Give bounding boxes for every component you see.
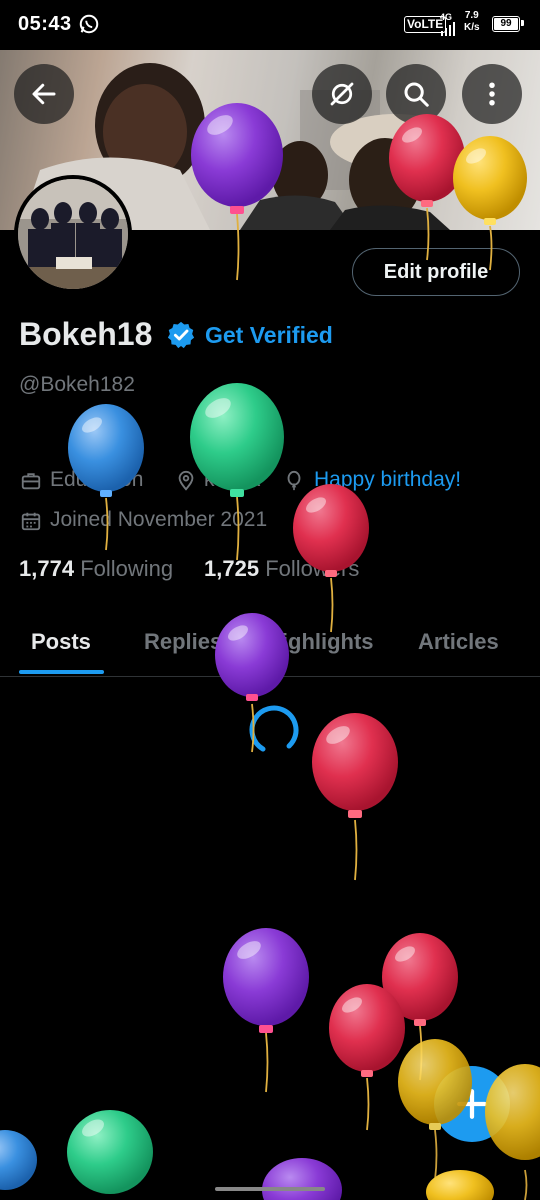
search-icon [404,82,429,107]
tab-replies[interactable]: Replies [144,629,222,655]
home-indicator[interactable] [215,1187,325,1191]
status-bar: 05:43 VoLTE 4G 7.9 K/s 99 [0,0,540,50]
balloon-blue [0,1130,37,1190]
avatar-photo [18,179,128,289]
arrow-left-icon [32,83,56,105]
battery-icon: 99 [492,16,524,32]
balloon-purple [223,928,309,1093]
speed-unit: K/s [464,22,480,33]
more-button[interactable] [462,64,522,124]
no-sync-icon [330,82,354,106]
followers-link[interactable]: 1,725 Followers [204,556,359,582]
network-type: 4G [440,12,453,22]
balloon-red [382,933,458,1081]
joined-date: Joined November 2021 [50,508,268,531]
signal-icon [441,22,455,36]
following-link[interactable]: 1,774 Following [19,556,173,582]
verified-badge-icon [167,321,195,349]
search-button[interactable] [386,64,446,124]
user-handle: @Bokeh182 [19,373,135,396]
calendar-icon [21,512,41,531]
profile-tabs: Posts Replies Highlights Articles [0,610,540,677]
more-vertical-icon [489,82,495,106]
active-tab-indicator [19,670,104,674]
status-time: 05:43 [18,13,72,35]
display-name: Bokeh18 [19,316,153,352]
location-pin-icon [178,470,194,491]
tab-posts[interactable]: Posts [31,629,91,655]
following-count: 1,774 [19,556,75,581]
compose-button[interactable] [434,1066,510,1142]
tab-articles[interactable]: Articles [418,629,499,655]
balloon-red [329,984,405,1131]
balloon-green [67,1110,153,1194]
plus-icon [457,1089,487,1119]
profile-category: Education [50,468,144,491]
sync-off-button[interactable] [312,64,372,124]
battery-level: 99 [494,18,518,30]
birthday-link[interactable]: Happy birthday! [314,468,461,492]
following-label: Following [80,556,174,581]
loading-spinner-icon [249,705,299,755]
briefcase-icon [21,473,41,490]
balloon-purple [262,1158,342,1200]
balloon-yellow [426,1170,494,1200]
get-verified-link[interactable]: Get Verified [205,322,333,349]
balloon-red [312,713,398,881]
whatsapp-icon [79,14,99,34]
edit-profile-button[interactable]: Edit profile [352,248,520,296]
network-speed: 7.9 K/s [464,10,480,34]
profile-location: kenya [204,468,261,491]
tab-highlights[interactable]: Highlights [266,629,374,655]
followers-label: Followers [265,556,360,581]
back-button[interactable] [14,64,74,124]
balloon-icon [287,470,301,491]
avatar[interactable] [14,175,132,293]
speed-value: 7.9 [464,10,479,21]
followers-count: 1,725 [204,556,260,581]
